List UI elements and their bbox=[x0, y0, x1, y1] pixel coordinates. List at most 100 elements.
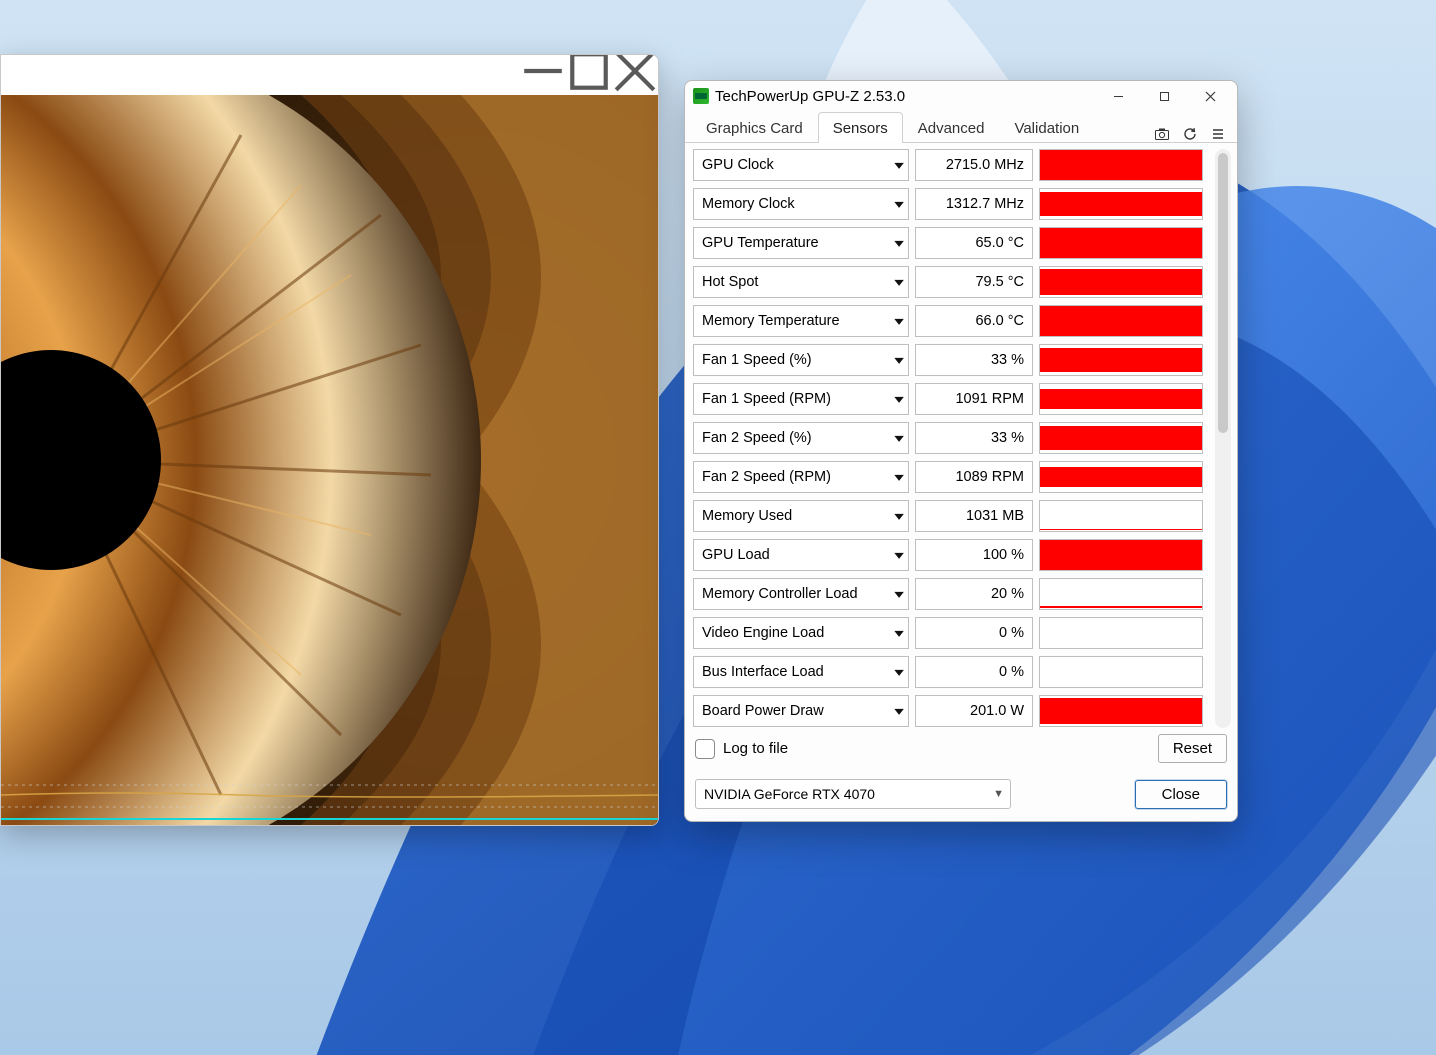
sensor-graph bbox=[1039, 617, 1203, 649]
sensor-graph bbox=[1039, 578, 1203, 610]
chevron-down-icon: ▼ bbox=[993, 788, 1004, 800]
close-button[interactable] bbox=[1187, 81, 1233, 111]
sensor-label: Memory Controller Load bbox=[702, 586, 858, 602]
sensor-graph bbox=[1039, 539, 1203, 571]
sensor-label: Memory Clock bbox=[702, 196, 795, 212]
sensor-row: Fan 1 Speed (%) ▾ 33 % bbox=[693, 344, 1203, 376]
sensor-label-dropdown[interactable]: Board Power Draw ▾ bbox=[693, 695, 909, 727]
sensor-row: Memory Controller Load▾20 % bbox=[693, 578, 1203, 610]
sensor-graph bbox=[1039, 266, 1203, 298]
maximize-button[interactable] bbox=[1141, 81, 1187, 111]
gpuz-titlebar[interactable]: TechPowerUp GPU-Z 2.53.0 bbox=[685, 81, 1237, 111]
sensor-label-dropdown[interactable]: Fan 2 Speed (RPM)▾ bbox=[693, 461, 909, 493]
sensor-label-dropdown[interactable]: Fan 1 Speed (%) ▾ bbox=[693, 344, 909, 376]
gpuz-app-icon bbox=[693, 88, 709, 104]
sensor-label: Hot Spot bbox=[702, 274, 758, 290]
close-button-footer[interactable]: Close bbox=[1135, 780, 1227, 809]
background-window bbox=[0, 54, 659, 826]
sensor-row: GPU Load▾100 % bbox=[693, 539, 1203, 571]
sensor-label-dropdown[interactable]: Bus Interface Load▾ bbox=[693, 656, 909, 688]
sensor-label: Board Power Draw bbox=[702, 703, 824, 719]
sensor-label-dropdown[interactable]: GPU Temperature ▾ bbox=[693, 227, 909, 259]
chevron-down-icon: ▾ bbox=[894, 158, 904, 172]
sensor-value: 0 % bbox=[915, 656, 1033, 688]
sensor-label-dropdown[interactable]: Memory Used▾ bbox=[693, 500, 909, 532]
chevron-down-icon: ▾ bbox=[894, 548, 904, 562]
sensor-value: 1091 RPM bbox=[915, 383, 1033, 415]
sensor-row: GPU Temperature ▾ 65.0 °C bbox=[693, 227, 1203, 259]
sensor-label-dropdown[interactable]: Hot Spot ▾ bbox=[693, 266, 909, 298]
device-combobox[interactable]: NVIDIA GeForce RTX 4070 ▼ bbox=[695, 779, 1011, 809]
sensor-graph bbox=[1039, 656, 1203, 688]
tab-validation[interactable]: Validation bbox=[999, 112, 1094, 143]
sensor-label: Memory Temperature bbox=[702, 313, 840, 329]
log-to-file-label: Log to file bbox=[723, 740, 788, 757]
footer-row-log: Log to file Reset bbox=[685, 734, 1237, 763]
gpuz-window: TechPowerUp GPU-Z 2.53.0 Graphics Card S… bbox=[684, 80, 1238, 822]
sensor-graph bbox=[1039, 422, 1203, 454]
chevron-down-icon: ▾ bbox=[894, 275, 904, 289]
sensor-label-dropdown[interactable]: Memory Controller Load▾ bbox=[693, 578, 909, 610]
sensor-graph bbox=[1039, 500, 1203, 532]
sensor-label: Fan 1 Speed (RPM) bbox=[702, 391, 831, 407]
sensor-label-dropdown[interactable]: GPU Load▾ bbox=[693, 539, 909, 571]
tab-sensors[interactable]: Sensors bbox=[818, 112, 903, 143]
sensor-label-dropdown[interactable]: Memory Clock ▾ bbox=[693, 188, 909, 220]
sensor-graph bbox=[1039, 344, 1203, 376]
sensor-label: Bus Interface Load bbox=[702, 664, 824, 680]
sensor-graph bbox=[1039, 383, 1203, 415]
sensor-value: 79.5 °C bbox=[915, 266, 1033, 298]
reset-button[interactable]: Reset bbox=[1158, 734, 1227, 763]
chevron-down-icon: ▾ bbox=[894, 314, 904, 328]
sensor-value: 1031 MB bbox=[915, 500, 1033, 532]
sensor-row: Memory Temperature ▾ 66.0 °C bbox=[693, 305, 1203, 337]
sensor-row: Memory Clock▾1312.7 MHz bbox=[693, 188, 1203, 220]
sensor-value: 201.0 W bbox=[915, 695, 1033, 727]
device-combobox-value: NVIDIA GeForce RTX 4070 bbox=[704, 786, 875, 802]
chevron-down-icon: ▾ bbox=[894, 236, 904, 250]
sensor-graph bbox=[1039, 227, 1203, 259]
scrollbar-thumb[interactable] bbox=[1218, 153, 1228, 433]
maximize-button[interactable] bbox=[566, 55, 612, 87]
sensor-label: GPU Temperature bbox=[702, 235, 819, 251]
sensor-graph bbox=[1039, 188, 1203, 220]
chevron-down-icon: ▾ bbox=[894, 704, 904, 718]
sensor-value: 20 % bbox=[915, 578, 1033, 610]
sensor-row: GPU Clock▾2715.0 MHz bbox=[693, 149, 1203, 181]
sensors-list: GPU Clock▾2715.0 MHzMemory Clock▾1312.7 … bbox=[685, 143, 1215, 734]
chevron-down-icon: ▾ bbox=[894, 353, 904, 367]
minimize-button[interactable] bbox=[520, 55, 566, 87]
log-to-file-checkbox[interactable] bbox=[695, 739, 715, 759]
sensor-value: 66.0 °C bbox=[915, 305, 1033, 337]
sensor-label: Fan 1 Speed (%) bbox=[702, 352, 812, 368]
sensor-graph bbox=[1039, 149, 1203, 181]
sensor-row: Board Power Draw ▾ 201.0 W bbox=[693, 695, 1203, 727]
refresh-icon[interactable] bbox=[1183, 127, 1197, 141]
sensor-graph bbox=[1039, 695, 1203, 727]
sensor-value: 65.0 °C bbox=[915, 227, 1033, 259]
sensor-label-dropdown[interactable]: Fan 2 Speed (%)▾ bbox=[693, 422, 909, 454]
sensor-label-dropdown[interactable]: Video Engine Load▾ bbox=[693, 617, 909, 649]
screenshot-icon[interactable] bbox=[1155, 127, 1169, 141]
sensor-value: 33 % bbox=[915, 344, 1033, 376]
sensor-label: GPU Clock bbox=[702, 157, 774, 173]
menu-icon[interactable] bbox=[1211, 127, 1225, 141]
bgwin-content bbox=[1, 95, 658, 825]
minimize-button[interactable] bbox=[1095, 81, 1141, 111]
scrollbar[interactable] bbox=[1215, 149, 1231, 728]
tab-advanced[interactable]: Advanced bbox=[903, 112, 1000, 143]
chevron-down-icon: ▾ bbox=[894, 626, 904, 640]
tab-graphics-card[interactable]: Graphics Card bbox=[691, 112, 818, 143]
close-button[interactable] bbox=[612, 55, 658, 87]
sensor-label-dropdown[interactable]: GPU Clock ▾ bbox=[693, 149, 909, 181]
sensor-row: Bus Interface Load▾0 % bbox=[693, 656, 1203, 688]
chevron-down-icon: ▾ bbox=[894, 197, 904, 211]
sensor-row: Fan 2 Speed (RPM)▾1089 RPM bbox=[693, 461, 1203, 493]
footer-row-device: NVIDIA GeForce RTX 4070 ▼ Close bbox=[685, 777, 1237, 821]
bgwin-titlebar[interactable] bbox=[1, 55, 658, 95]
sensor-row: Video Engine Load▾0 % bbox=[693, 617, 1203, 649]
sensor-label-dropdown[interactable]: Memory Temperature ▾ bbox=[693, 305, 909, 337]
sensor-row: Hot Spot ▾ 79.5 °C bbox=[693, 266, 1203, 298]
desktop: TechPowerUp GPU-Z 2.53.0 Graphics Card S… bbox=[0, 0, 1436, 1055]
sensor-label-dropdown[interactable]: Fan 1 Speed (RPM)▾ bbox=[693, 383, 909, 415]
